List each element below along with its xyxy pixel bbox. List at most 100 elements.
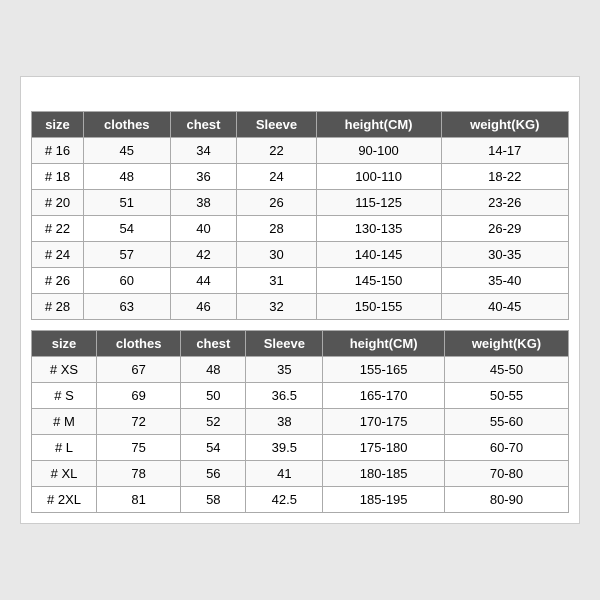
table-cell: 75	[97, 435, 181, 461]
table-cell: 78	[97, 461, 181, 487]
table-cell: # XL	[32, 461, 97, 487]
table-row: # 18483624100-11018-22	[32, 164, 569, 190]
table-cell: 18-22	[441, 164, 568, 190]
table-cell: 28	[237, 216, 316, 242]
table-cell: 60	[83, 268, 170, 294]
table-row: # 28634632150-15540-45	[32, 294, 569, 320]
table-cell: 130-135	[316, 216, 441, 242]
table-cell: 155-165	[323, 357, 445, 383]
table-cell: # 28	[32, 294, 84, 320]
table-row: # L755439.5175-18060-70	[32, 435, 569, 461]
table-row: # XL785641180-18570-80	[32, 461, 569, 487]
table-cell: 175-180	[323, 435, 445, 461]
table-cell: 60-70	[444, 435, 568, 461]
table-cell: 115-125	[316, 190, 441, 216]
column-header: chest	[181, 331, 246, 357]
column-header: Sleeve	[237, 112, 316, 138]
table-cell: 140-145	[316, 242, 441, 268]
column-header: clothes	[97, 331, 181, 357]
size-table-1: sizeclotheschestSleeveheight(CM)weight(K…	[31, 111, 569, 320]
table-cell: 38	[246, 409, 323, 435]
table-cell: 48	[83, 164, 170, 190]
table-cell: 22	[237, 138, 316, 164]
chart-title	[31, 87, 569, 111]
table-row: # 26604431145-15035-40	[32, 268, 569, 294]
table-cell: 32	[237, 294, 316, 320]
table-cell: 24	[237, 164, 316, 190]
table-cell: 40	[170, 216, 237, 242]
table-row: # 22544028130-13526-29	[32, 216, 569, 242]
table-cell: 58	[181, 487, 246, 513]
table-cell: 45-50	[444, 357, 568, 383]
table-cell: 69	[97, 383, 181, 409]
table-row: # M725238170-17555-60	[32, 409, 569, 435]
table-cell: 35	[246, 357, 323, 383]
table-cell: 26	[237, 190, 316, 216]
table-cell: 30-35	[441, 242, 568, 268]
column-header: Sleeve	[246, 331, 323, 357]
column-header: size	[32, 331, 97, 357]
size-table-2: sizeclotheschestSleeveheight(CM)weight(K…	[31, 330, 569, 513]
table-cell: 42.5	[246, 487, 323, 513]
table-cell: 100-110	[316, 164, 441, 190]
table-cell: 55-60	[444, 409, 568, 435]
table-cell: # M	[32, 409, 97, 435]
table-cell: 40-45	[441, 294, 568, 320]
table-cell: 41	[246, 461, 323, 487]
column-header: size	[32, 112, 84, 138]
table-cell: 56	[181, 461, 246, 487]
table-cell: 38	[170, 190, 237, 216]
table-cell: # 20	[32, 190, 84, 216]
table-cell: 50-55	[444, 383, 568, 409]
table-cell: # L	[32, 435, 97, 461]
table-cell: 170-175	[323, 409, 445, 435]
table-cell: 31	[237, 268, 316, 294]
table-cell: # XS	[32, 357, 97, 383]
table-cell: 39.5	[246, 435, 323, 461]
table-cell: # 2XL	[32, 487, 97, 513]
table-cell: 57	[83, 242, 170, 268]
table-cell: 80-90	[444, 487, 568, 513]
table-cell: 145-150	[316, 268, 441, 294]
table-cell: 46	[170, 294, 237, 320]
table-cell: 23-26	[441, 190, 568, 216]
table-row: # 24574230140-14530-35	[32, 242, 569, 268]
size-chart-card: sizeclotheschestSleeveheight(CM)weight(K…	[20, 76, 580, 524]
table-row: # 20513826115-12523-26	[32, 190, 569, 216]
table-cell: 180-185	[323, 461, 445, 487]
table-cell: 90-100	[316, 138, 441, 164]
table-cell: 67	[97, 357, 181, 383]
column-header: weight(KG)	[441, 112, 568, 138]
table-cell: 72	[97, 409, 181, 435]
table-cell: 165-170	[323, 383, 445, 409]
table-cell: 36.5	[246, 383, 323, 409]
table-row: # S695036.5165-17050-55	[32, 383, 569, 409]
table-cell: # 24	[32, 242, 84, 268]
table-cell: 70-80	[444, 461, 568, 487]
table-cell: 51	[83, 190, 170, 216]
table-cell: 63	[83, 294, 170, 320]
column-header: clothes	[83, 112, 170, 138]
column-header: weight(KG)	[444, 331, 568, 357]
table-cell: # S	[32, 383, 97, 409]
table-cell: 50	[181, 383, 246, 409]
table-row: # XS674835155-16545-50	[32, 357, 569, 383]
table-cell: # 22	[32, 216, 84, 242]
table-row: # 2XL815842.5185-19580-90	[32, 487, 569, 513]
table-cell: 54	[83, 216, 170, 242]
table-cell: 14-17	[441, 138, 568, 164]
table-cell: 54	[181, 435, 246, 461]
table-cell: # 16	[32, 138, 84, 164]
table-cell: 42	[170, 242, 237, 268]
table-cell: 35-40	[441, 268, 568, 294]
table-cell: 26-29	[441, 216, 568, 242]
column-header: height(CM)	[323, 331, 445, 357]
table-cell: 36	[170, 164, 237, 190]
table-cell: 44	[170, 268, 237, 294]
table-cell: 81	[97, 487, 181, 513]
table-cell: # 18	[32, 164, 84, 190]
table-cell: 34	[170, 138, 237, 164]
table-cell: 48	[181, 357, 246, 383]
table-cell: 150-155	[316, 294, 441, 320]
table-cell: 52	[181, 409, 246, 435]
